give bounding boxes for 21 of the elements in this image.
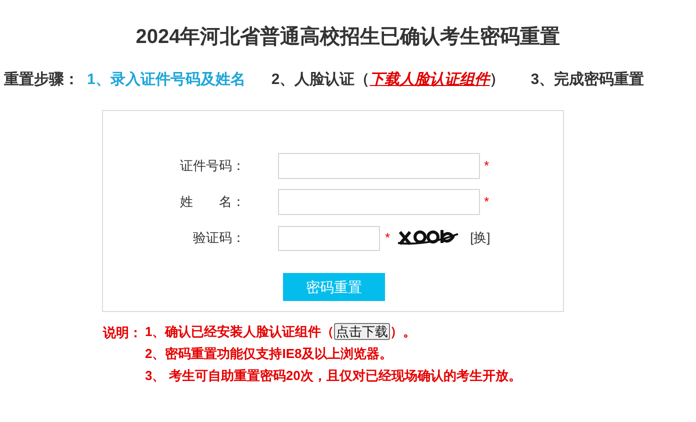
download-link[interactable]: 下载人脸认证组件 [370,71,490,88]
download-button[interactable]: 点击下载 [334,323,390,340]
field-label: 姓 名： [179,193,245,212]
required-mark: * [484,157,490,176]
step-item: 2、人脸认证（下载人脸认证组件） [271,70,505,90]
step-item: 3、完成密码重置 [530,70,644,90]
note-text: 2、密码重置功能仅支持IE8及以上浏览器。 [145,345,394,363]
notes-label: 说明： [103,324,143,342]
refresh-link[interactable]: [换] [470,228,490,248]
required-mark: * [385,229,390,248]
input-field[interactable] [278,153,480,179]
field-label: 证件号码： [179,157,245,176]
required-mark: * [484,193,490,212]
step-item: 1、录入证件号码及姓名 [87,70,246,90]
input-field[interactable] [278,189,480,215]
steps-label: 重置步骤： [4,70,79,90]
page-title: 2024年河北省普通高校招生已确认考生密码重置 [134,24,562,50]
note-text: 3、 考生可自助重置密码20次，且仅对已经现场确认的考生开放。 [145,367,522,385]
note-text: 1、确认已经安装人脸认证组件（点击下载）。 [145,323,418,341]
field-label: 验证码： [192,229,245,248]
captcha-field[interactable] [278,226,380,250]
